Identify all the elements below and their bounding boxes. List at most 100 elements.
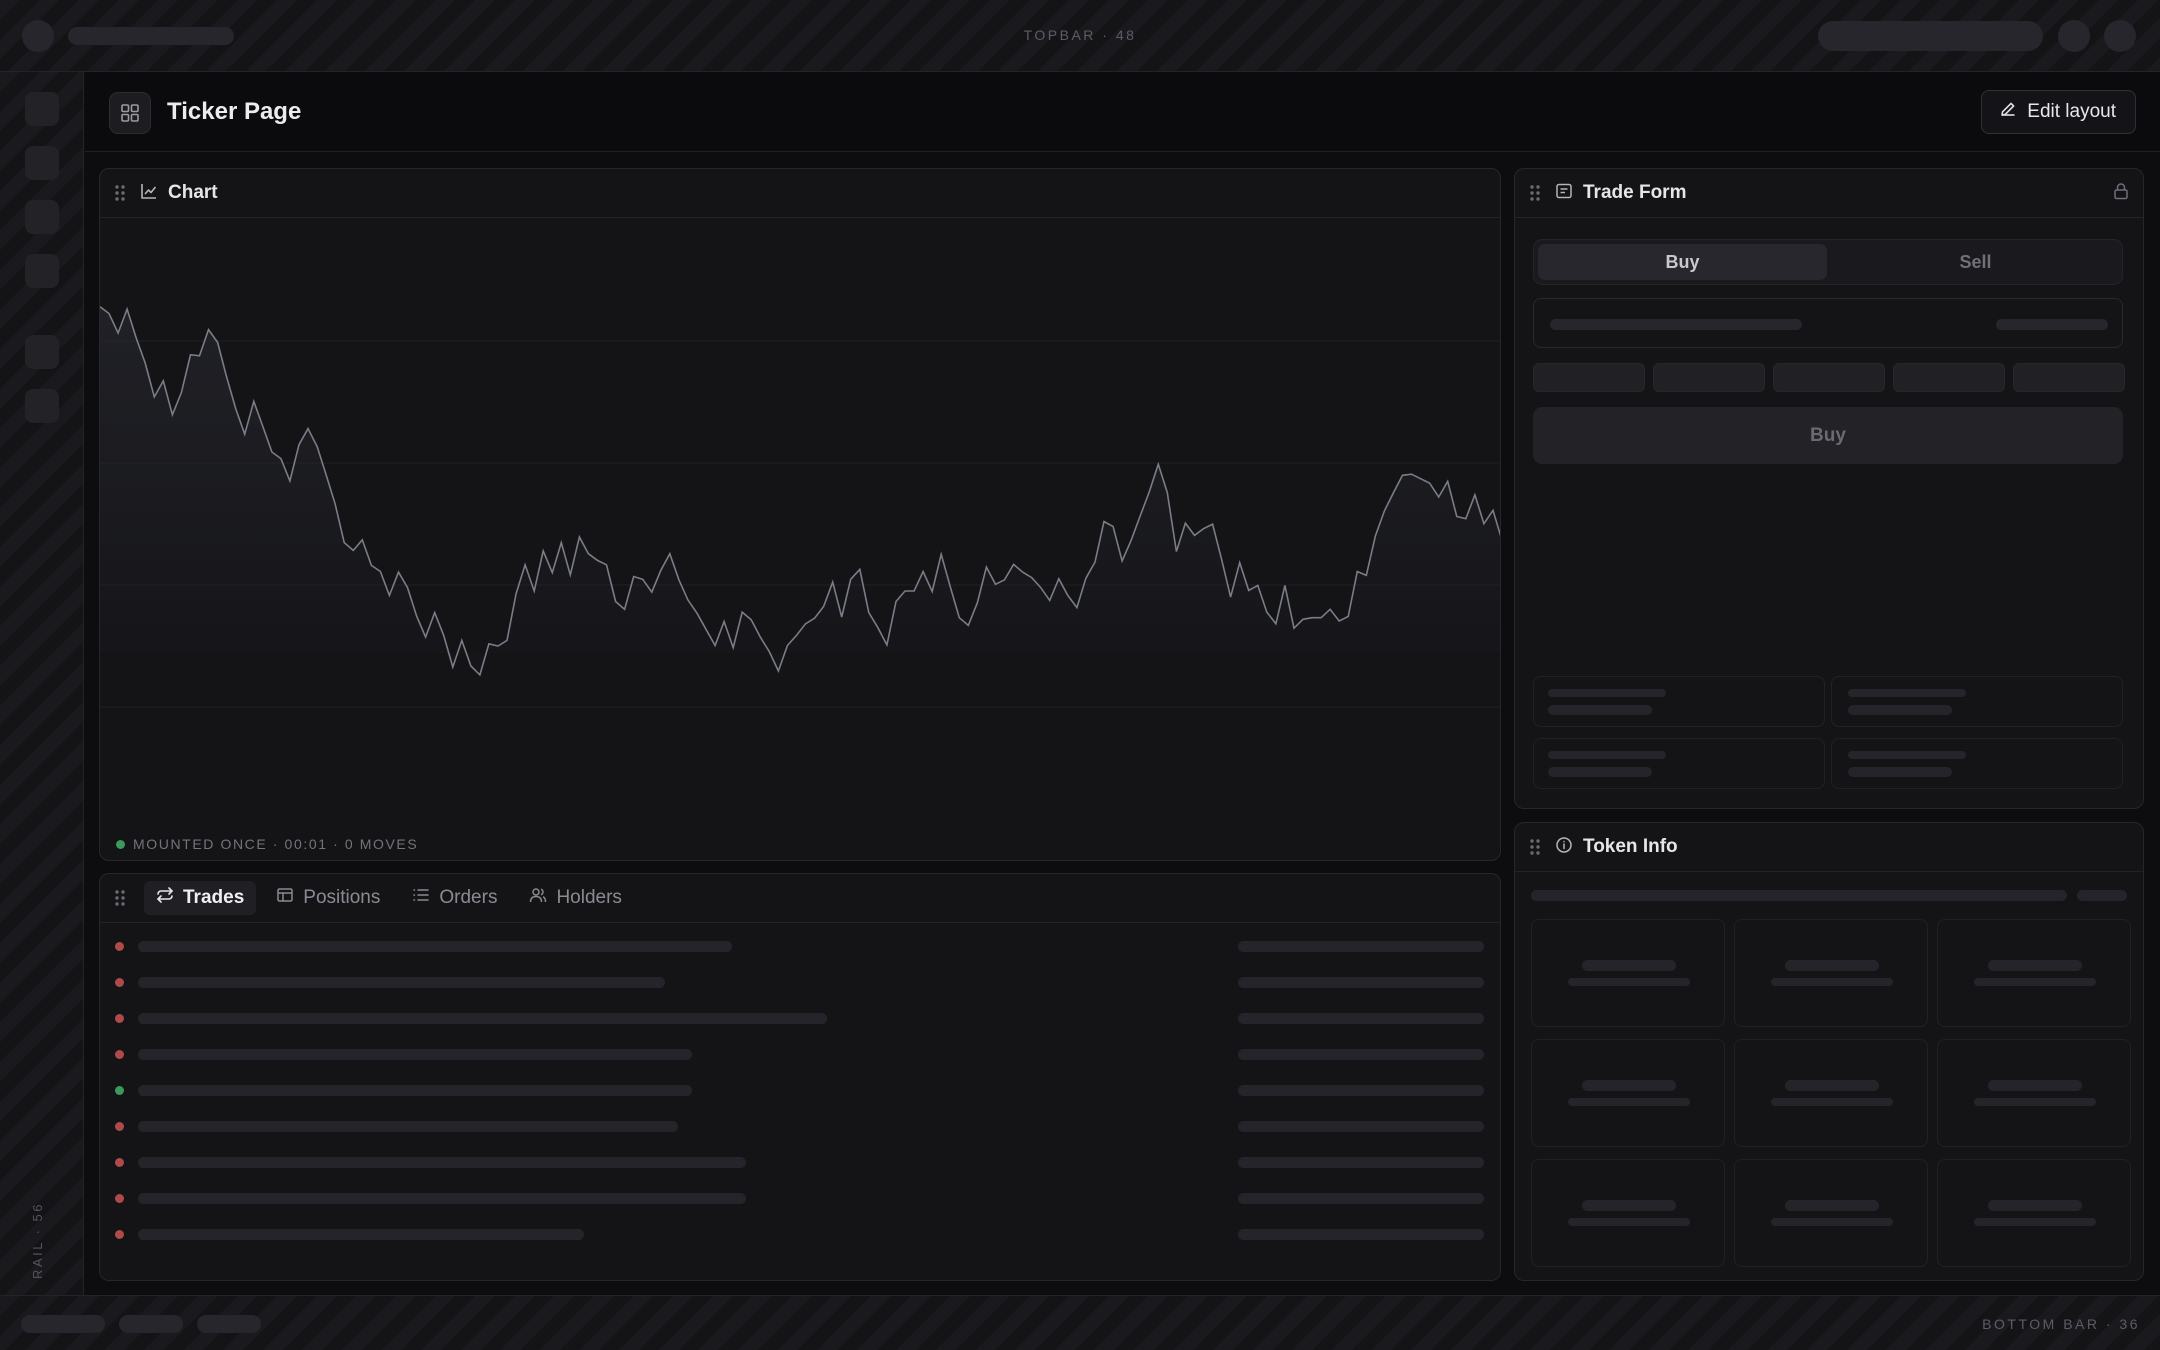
token-stat-label-placeholder	[1974, 978, 2096, 986]
activity-tabs: Trades Positions Orders Holders	[144, 881, 634, 915]
trade-row-value-placeholder	[1238, 941, 1484, 952]
stat-value-placeholder	[1548, 705, 1652, 715]
token-copy-placeholder[interactable]	[2077, 890, 2127, 901]
bottombar-item-placeholder[interactable]	[197, 1315, 261, 1333]
token-stat-card	[1937, 1159, 2131, 1267]
token-stat-label-placeholder	[1771, 1218, 1893, 1226]
trade-row-value-placeholder	[1238, 1049, 1484, 1060]
positions-icon	[276, 886, 294, 910]
chart-panel-title: Chart	[168, 182, 218, 203]
token-stat-value-placeholder	[1582, 1080, 1676, 1091]
topbar-profile-placeholder[interactable]	[2104, 20, 2136, 52]
tab-trades-label: Trades	[183, 887, 245, 908]
drag-handle-icon[interactable]	[100, 889, 140, 907]
trade-side-dot-icon	[115, 1014, 124, 1023]
trade-side-dot-icon	[115, 942, 124, 951]
lock-icon[interactable]	[2113, 182, 2129, 205]
drag-handle-icon[interactable]	[1515, 838, 1555, 856]
token-info-header: Token Info	[1515, 823, 2143, 872]
trade-row-value-placeholder	[1238, 977, 1484, 988]
rail-item[interactable]	[25, 389, 59, 423]
token-stat-value-placeholder	[1988, 1200, 2082, 1211]
tab-orders[interactable]: Orders	[400, 881, 509, 915]
token-stat-value-placeholder	[1785, 1080, 1879, 1091]
trade-row-placeholder[interactable]	[138, 941, 732, 952]
list-icon	[412, 886, 430, 910]
form-icon	[1555, 182, 1573, 205]
rail-item[interactable]	[25, 254, 59, 288]
topbar-action-placeholder[interactable]	[2058, 20, 2090, 52]
chart-panel: Chart MOUNTED ONCE · 00:01 · 0 MOVES	[99, 168, 1501, 861]
activity-panel: Trades Positions Orders Holders	[99, 873, 1501, 1281]
pencil-icon	[1999, 100, 2017, 124]
trade-side-dot-icon	[115, 1230, 124, 1239]
amount-placeholder	[1550, 319, 1802, 330]
trade-row-value-placeholder	[1238, 1193, 1484, 1204]
preset-amount-chip[interactable]	[1653, 363, 1765, 392]
token-stat-card	[1531, 919, 1725, 1027]
trade-side-dot-icon	[115, 1086, 124, 1095]
preset-amount-chip[interactable]	[1533, 363, 1645, 392]
edit-layout-button[interactable]: Edit layout	[1981, 90, 2136, 134]
tab-positions[interactable]: Positions	[264, 881, 392, 915]
chart-panel-header: Chart	[100, 169, 1500, 218]
trade-row-placeholder[interactable]	[138, 1193, 746, 1204]
token-stat-label-placeholder	[1974, 1098, 2096, 1106]
stat-label-placeholder	[1548, 689, 1666, 697]
drag-handle-icon[interactable]	[1515, 184, 1555, 202]
trade-row-placeholder[interactable]	[138, 1229, 584, 1240]
balance-placeholder	[1996, 319, 2108, 330]
sell-tab[interactable]: Sell	[1831, 244, 2120, 280]
topbar-search-placeholder[interactable]	[1818, 21, 2043, 51]
preset-amount-chip[interactable]	[1773, 363, 1885, 392]
trade-row-placeholder[interactable]	[138, 1049, 692, 1060]
rail-item[interactable]	[25, 200, 59, 234]
trade-form-header: Trade Form	[1515, 169, 2143, 218]
token-info-title: Token Info	[1583, 836, 1678, 857]
trade-row-value-placeholder	[1238, 1121, 1484, 1132]
token-stat-card	[1937, 1039, 2131, 1147]
token-stat-card	[1734, 1039, 1928, 1147]
tab-trades[interactable]: Trades	[144, 881, 257, 915]
tab-holders[interactable]: Holders	[517, 881, 633, 915]
rail-item[interactable]	[25, 146, 59, 180]
trade-row-placeholder[interactable]	[138, 1121, 678, 1132]
trade-row-placeholder[interactable]	[138, 977, 665, 988]
stat-card	[1831, 738, 2123, 789]
token-stat-label-placeholder	[1974, 1218, 2096, 1226]
info-icon	[1555, 836, 1573, 859]
swap-arrows-icon	[156, 886, 174, 910]
trade-row-value-placeholder	[1238, 1229, 1484, 1240]
stat-value-placeholder	[1548, 767, 1652, 777]
layout-grid-icon[interactable]	[109, 92, 151, 134]
rail-label: RAIL · 56	[30, 1202, 45, 1279]
preset-amount-chip[interactable]	[2013, 363, 2125, 392]
amount-input[interactable]	[1533, 298, 2123, 348]
buy-sell-toggle: Buy Sell	[1533, 239, 2123, 285]
bottombar-item-placeholder[interactable]	[21, 1315, 105, 1333]
bottom-bar: BOTTOM BAR · 36	[0, 1295, 2160, 1350]
buy-tab[interactable]: Buy	[1538, 244, 1827, 280]
bottombar-item-placeholder[interactable]	[119, 1315, 183, 1333]
trade-row-placeholder[interactable]	[138, 1157, 746, 1168]
drag-handle-icon[interactable]	[100, 184, 140, 202]
token-info-panel: Token Info	[1514, 822, 2144, 1281]
tab-holders-label: Holders	[556, 887, 622, 908]
stat-value-placeholder	[1848, 705, 1952, 715]
rail-item[interactable]	[25, 335, 59, 369]
trade-side-dot-icon	[115, 1158, 124, 1167]
rail-item[interactable]	[25, 92, 59, 126]
token-stat-label-placeholder	[1771, 1098, 1893, 1106]
trade-row-placeholder[interactable]	[138, 1013, 827, 1024]
line-chart-icon	[140, 182, 158, 205]
token-stat-value-placeholder	[1582, 1200, 1676, 1211]
token-stat-label-placeholder	[1771, 978, 1893, 986]
trade-row-value-placeholder	[1238, 1157, 1484, 1168]
price-chart[interactable]	[100, 219, 1500, 775]
token-stat-card	[1734, 919, 1928, 1027]
activity-panel-header: Trades Positions Orders Holders	[100, 874, 1500, 923]
token-stat-card	[1937, 919, 2131, 1027]
buy-submit-button[interactable]: Buy	[1533, 407, 2123, 464]
preset-amount-chip[interactable]	[1893, 363, 2005, 392]
trade-row-placeholder[interactable]	[138, 1085, 692, 1096]
